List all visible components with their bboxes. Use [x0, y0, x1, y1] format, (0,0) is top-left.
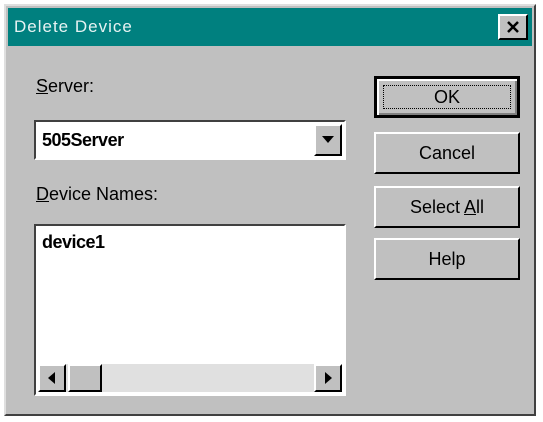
focus-rect: [383, 85, 511, 109]
list-item[interactable]: device1: [42, 232, 105, 253]
window-title: Delete Device: [14, 17, 133, 36]
close-icon: [507, 21, 519, 33]
cancel-button-label: Cancel: [418, 142, 476, 163]
help-button[interactable]: Help: [374, 238, 520, 280]
chevron-down-icon: [322, 136, 334, 143]
ok-button[interactable]: OK: [374, 76, 520, 118]
server-label: Server:: [36, 76, 95, 96]
scroll-left-button[interactable]: [38, 364, 66, 392]
scroll-thumb[interactable]: [68, 364, 102, 392]
server-dropdown-button[interactable]: [314, 124, 342, 156]
cancel-button[interactable]: Cancel: [374, 132, 520, 174]
arrow-left-icon: [48, 372, 55, 384]
horizontal-scrollbar[interactable]: [38, 364, 342, 392]
device-names-listbox[interactable]: device1: [34, 224, 346, 396]
server-selected-value: 505Server: [42, 130, 124, 150]
arrow-right-icon: [325, 372, 332, 384]
title-bar[interactable]: Delete Device: [8, 8, 532, 46]
select-all-button[interactable]: Select All: [374, 186, 520, 228]
server-combobox[interactable]: 505Server: [34, 120, 346, 160]
scroll-right-button[interactable]: [314, 364, 342, 392]
delete-device-dialog: Delete Device Server: 505Server Device N…: [4, 4, 536, 416]
close-button[interactable]: [498, 14, 528, 40]
select-all-button-label: Select All: [409, 196, 485, 217]
help-button-label: Help: [428, 248, 466, 269]
device-names-label: Device Names:: [36, 184, 159, 204]
